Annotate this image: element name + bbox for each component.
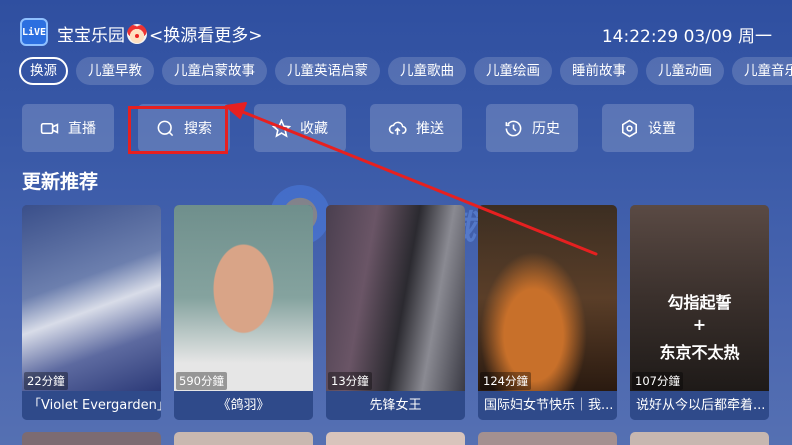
app-title-prefix: 宝宝乐园 [57,26,125,46]
thumbnail-overlay-text: + [692,315,707,334]
chip-early-education[interactable]: 儿童早教 [76,57,154,85]
app-title[interactable]: 宝宝乐园 <换源看更多> [57,21,263,46]
video-thumbnail [174,205,313,391]
thumbnail-overlay-text: 东京不太热 [659,343,740,362]
history-icon [505,120,522,136]
next-row-partial [22,432,769,445]
push-button-label: 推送 [416,121,444,137]
settings-hexagon-icon [621,119,638,137]
video-title: 先锋女王 [326,391,465,420]
clock: 14:22:29 03/09 周一 [601,27,772,47]
video-card[interactable]: 590分鐘 《鸽羽》 [174,205,313,420]
video-card-partial[interactable] [326,432,465,445]
chip-kids-songs[interactable]: 儿童歌曲 [388,57,466,85]
chip-switch-source[interactable]: 换源 [19,57,68,85]
video-title: 《鸽羽》 [174,391,313,420]
video-duration: 124分鐘 [480,372,531,390]
video-card[interactable]: 22分鐘 「Violet Evergarden」 [22,205,161,420]
cloud-upload-icon [388,121,407,135]
video-card-partial[interactable] [478,432,617,445]
video-duration: 22分鐘 [24,372,68,390]
category-bar: 换源 儿童早教 儿童启蒙故事 儿童英语启蒙 儿童歌曲 儿童绘画 睡前故事 儿童动… [19,57,792,85]
video-card[interactable]: 13分鐘 先锋女王 [326,205,465,420]
favorites-button[interactable]: 收藏 [254,104,346,152]
settings-button-label: 设置 [648,121,676,137]
chip-kids-drawing[interactable]: 儿童绘画 [474,57,552,85]
video-title: 说好从今以后都牵着... [630,391,769,420]
search-button[interactable]: 搜索 [138,104,230,152]
chip-kids-animation[interactable]: 儿童动画 [646,57,724,85]
video-card[interactable]: 勾指起誓 + 东京不太热 107分鐘 说好从今以后都牵着... [630,205,769,420]
video-duration: 107分鐘 [632,372,683,390]
video-thumbnail [326,205,465,391]
app-title-suffix: <换源看更多> [149,26,263,46]
video-title: 国际妇女节快乐｜我... [478,391,617,420]
settings-button[interactable]: 设置 [602,104,694,152]
live-button[interactable]: 直播 [22,104,114,152]
live-button-label: 直播 [68,121,96,137]
chip-english-enlightenment[interactable]: 儿童英语启蒙 [275,57,380,85]
clown-icon [127,23,147,44]
video-camera-icon [40,122,59,134]
section-title: 更新推荐 [22,171,99,193]
video-card-partial[interactable] [22,432,161,445]
thumbnail-overlay-text: 勾指起誓 [667,293,732,312]
video-card-partial[interactable] [630,432,769,445]
video-card[interactable]: 124分鐘 国际妇女节快乐｜我... [478,205,617,420]
video-duration: 13分鐘 [328,372,372,390]
search-icon [157,120,174,136]
video-thumbnail: 勾指起誓 + 东京不太热 [630,205,769,391]
history-button[interactable]: 历史 [486,104,578,152]
history-button-label: 历史 [532,121,560,137]
chip-bedtime-stories[interactable]: 睡前故事 [560,57,638,85]
star-icon [272,118,291,138]
video-thumbnail [22,205,161,391]
video-duration: 590分鐘 [176,372,227,390]
recommend-list: 22分鐘 「Violet Evergarden」 590分鐘 《鸽羽》 13分鐘… [22,205,769,420]
chip-kids-music[interactable]: 儿童音乐 [732,57,792,85]
favorites-button-label: 收藏 [300,121,328,137]
video-card-partial[interactable] [174,432,313,445]
video-title: 「Violet Evergarden」 [22,391,161,420]
video-thumbnail [478,205,617,391]
chip-enlightenment-stories[interactable]: 儿童启蒙故事 [162,57,267,85]
app-logo-icon: LiVE [20,18,48,46]
search-button-label: 搜索 [184,121,212,137]
action-bar: 直播 搜索 收藏 推送 历史 设置 [22,104,718,152]
push-button[interactable]: 推送 [370,104,462,152]
